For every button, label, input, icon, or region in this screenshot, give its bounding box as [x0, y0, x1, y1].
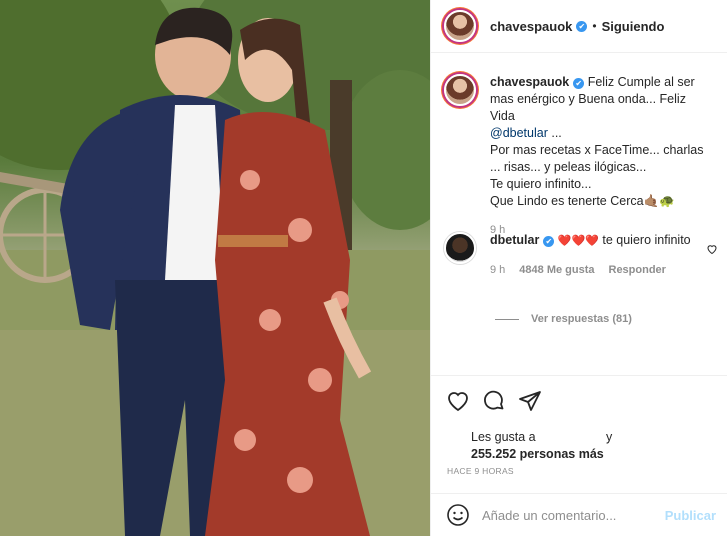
heart-icon[interactable] [446, 389, 470, 413]
comment-icon[interactable] [482, 389, 506, 413]
likes-prefix: Les gusta a [471, 430, 536, 444]
reply-button[interactable]: Responder [609, 264, 666, 276]
mention-link[interactable]: @dbetular [490, 126, 548, 140]
author-username[interactable]: chavespauok [490, 19, 572, 34]
comments-section: chavespauok ✔ Feliz Cumple al ser mas ené… [431, 54, 727, 376]
caption-line1-tail: ... [547, 126, 562, 140]
separator: • [592, 19, 597, 33]
following-button[interactable]: Siguiendo [602, 19, 665, 34]
replies-divider [495, 318, 519, 320]
post-header: chavespauok ✔ • Siguiendo [431, 0, 727, 53]
caption-line2: Por mas recetas x FaceTime... charlas ..… [490, 143, 704, 174]
post-timestamp[interactable]: HACE 9 HORAS [447, 466, 514, 476]
caption-username[interactable]: chavespauok [490, 75, 569, 89]
post-sidebar: chavespauok ✔ • Siguiendo chavespauok ✔ F… [430, 0, 727, 536]
comment-text: dbetular ✔ ❤️❤️❤️ te quiero infinito 9 h 4… [490, 232, 695, 279]
comment-input[interactable]: Añade un comentario... [482, 508, 665, 523]
action-bar [446, 389, 542, 413]
caption-text: chavespauok ✔ Feliz Cumple al ser mas ené… [490, 74, 712, 239]
comment-meta: 9 h 4848 Me gusta Responder [490, 262, 695, 279]
comment-body: te quiero infinito [602, 233, 691, 247]
publish-button[interactable]: Publicar [665, 508, 716, 523]
verified-icon: ✔ [576, 20, 588, 32]
comment-item: dbetular ✔ ❤️❤️❤️ te quiero infinito 9 h 4… [444, 232, 695, 279]
likes-count[interactable]: 255.252 personas más [471, 447, 604, 461]
post-image [0, 0, 430, 536]
hearts-emoji: ❤️❤️❤️ [557, 235, 599, 247]
caption: chavespauok ✔ Feliz Cumple al ser mas ené… [444, 74, 712, 239]
view-replies-button[interactable]: Ver respuestas (81) [495, 313, 632, 325]
likes-and: y [606, 430, 613, 444]
commenter-avatar[interactable] [444, 232, 476, 264]
comment-time: 9 h [490, 264, 506, 276]
author-avatar[interactable] [444, 10, 476, 42]
caption-avatar[interactable] [444, 74, 476, 106]
add-comment-bar: Añade un comentario... Publicar [431, 493, 727, 536]
view-replies-label: Ver respuestas (81) [531, 313, 632, 325]
commenter-username[interactable]: dbetular [490, 233, 539, 247]
caption-line3: Te quiero infinito... [490, 177, 592, 191]
share-icon[interactable] [518, 389, 542, 413]
caption-line4: Que Lindo es tenerte Cerca🤙🏽🐢 [490, 194, 675, 208]
emoji-icon[interactable] [446, 503, 470, 527]
comment-likes[interactable]: 4848 Me gusta [519, 264, 594, 276]
post-photo[interactable] [0, 0, 430, 536]
verified-icon: ✔ [573, 78, 585, 89]
comment-heart-icon[interactable] [706, 243, 718, 255]
verified-icon: ✔ [543, 236, 555, 247]
likes-summary: Les gusta a y 255.252 personas más [471, 429, 621, 463]
